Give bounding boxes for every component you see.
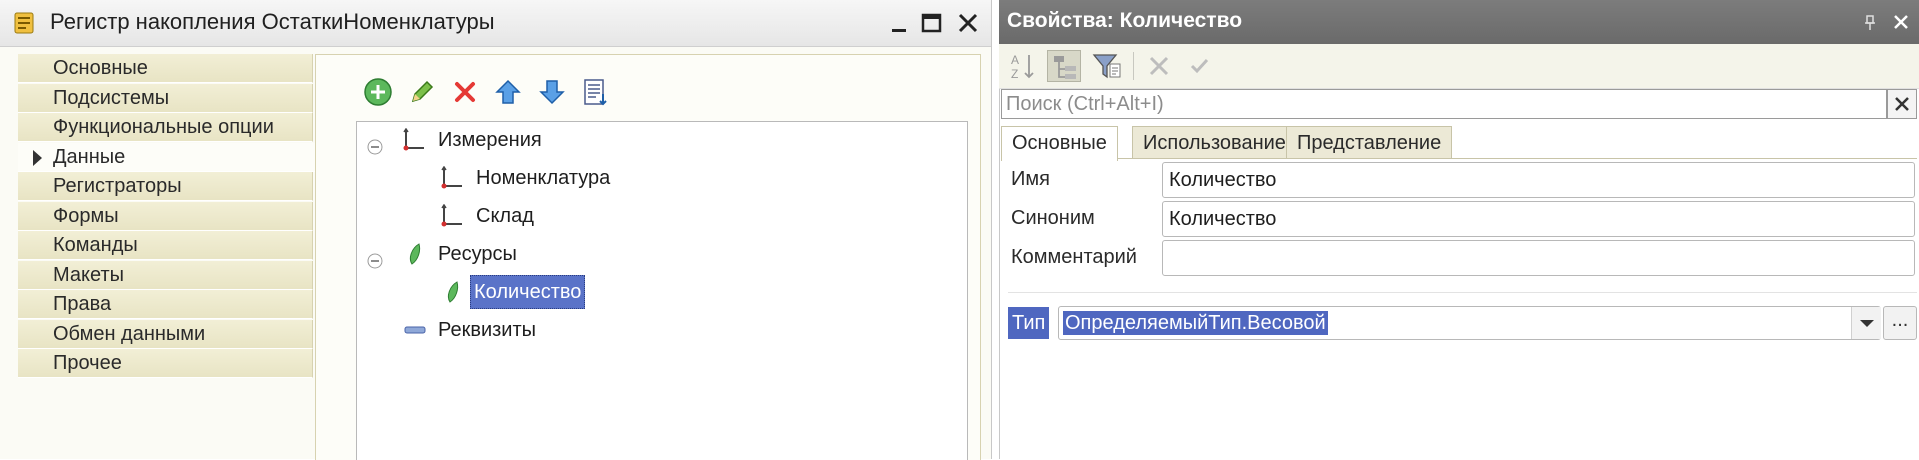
filter-icon[interactable] [1090,50,1124,82]
sidebar-item-label: Команды [53,234,138,256]
cancel-icon[interactable] [1142,50,1176,82]
tree-node-label: Склад [476,205,534,227]
search-input[interactable] [1002,90,1882,118]
minimize-icon[interactable] [884,8,914,38]
tab-presentation[interactable]: Представление [1286,126,1453,159]
sidebar-item-label: Права [53,293,112,315]
comment-label: Комментарий [1011,246,1137,268]
sidebar-item[interactable]: Основные [18,54,313,83]
type-label: Тип [1008,307,1050,339]
name-field[interactable] [1163,163,1914,197]
synonym-label: Синоним [1011,207,1095,229]
structure-tree: Измерения Номенклатура Склад Ресурсы Кол… [356,121,968,460]
properties-title: Свойства: Количество [1007,9,1243,32]
synonym-field[interactable] [1163,202,1914,236]
window-title-bar: Регистр накопления ОстаткиНоменклатуры [0,0,991,47]
sidebar-item[interactable]: Макеты [18,260,313,290]
tab-usage[interactable]: Использование [1132,126,1297,159]
name-label: Имя [1011,168,1050,190]
resource-icon [441,280,467,304]
tree-node-label: Измерения [438,129,542,151]
svg-text:Z: Z [1011,67,1018,81]
close-icon[interactable] [1892,13,1910,31]
comment-field[interactable] [1163,241,1914,275]
resource-icon [403,242,429,266]
apply-icon[interactable] [1182,50,1216,82]
register-icon [13,12,35,34]
sidebar-item-label: Функциональные опции [53,116,274,138]
field-separator [1008,292,1917,293]
sidebar-item-label: Регистраторы [53,175,182,197]
sort-list-icon[interactable] [579,76,611,108]
window-title: Регистр накопления ОстаткиНоменклатуры [50,9,495,34]
toolbar-separator [1133,52,1134,80]
pin-icon[interactable] [1864,14,1876,30]
sidebar-item[interactable]: Права [18,290,313,319]
active-arrow-icon [33,149,42,166]
dimension-icon [439,203,465,228]
tree-node-warehouse[interactable]: Склад [357,199,957,233]
tree-node-label: Номенклатура [476,167,611,189]
dimension-icon [401,127,427,152]
sidebar-item[interactable]: Обмен данными [18,319,313,349]
edit-icon[interactable] [406,76,438,108]
sidebar-item-label: Прочее [53,352,122,374]
sidebar-item[interactable]: Данные [18,142,315,172]
type-field[interactable]: ОпределяемыйТип.Весовой [1058,306,1881,340]
sidebar-item-label: Обмен данными [53,322,206,345]
name-field-box [1162,162,1915,198]
svg-text:A: A [1011,53,1019,67]
tree-node-label: Реквизиты [438,319,537,341]
tab-main[interactable]: Основные [1001,126,1118,161]
move-up-icon[interactable] [492,76,524,108]
collapse-icon[interactable] [367,132,383,155]
sidebar-item-label: Данные [53,145,126,168]
add-icon[interactable] [362,76,394,108]
synonym-field-box [1162,201,1915,237]
sidebar-nav: Основные Подсистемы Функциональные опции Да… [18,54,315,459]
sidebar-item-label: Формы [53,204,119,227]
tree-node-nomenclature[interactable]: Номенклатура [357,161,957,195]
move-down-icon[interactable] [536,76,568,108]
sidebar-item-label: Основные [53,57,148,79]
sidebar-item[interactable]: Формы [18,201,313,231]
dimension-icon [439,165,465,190]
attribute-icon [403,318,429,342]
search-box [1001,89,1887,119]
tree-node-resources[interactable]: Ресурсы [357,237,957,271]
type-value: ОпределяемыйТип.Весовой [1063,311,1328,335]
comment-field-box [1162,240,1915,276]
type-select-button[interactable]: ... [1883,306,1917,340]
sidebar-item[interactable]: Регистраторы [18,172,313,201]
collapse-icon[interactable] [367,246,383,269]
close-icon[interactable] [953,8,983,38]
sidebar-item[interactable]: Прочее [18,349,313,378]
properties-title-bar: Свойства: Количество [999,0,1919,44]
categorized-icon[interactable] [1047,50,1081,82]
chevron-down-icon[interactable] [1851,307,1881,339]
sidebar-item[interactable]: Подсистемы [18,83,313,113]
clear-search-icon[interactable] [1887,89,1917,119]
maximize-icon[interactable] [916,8,946,38]
properties-toolbar: AZ [999,44,1919,89]
tree-node-quantity[interactable]: Количество [357,275,957,309]
sidebar-item[interactable]: Команды [18,231,313,260]
delete-icon[interactable] [449,76,481,108]
sort-alphabet-icon[interactable]: AZ [1007,50,1041,82]
tree-node-label: Ресурсы [438,243,517,265]
tree-node-dimensions[interactable]: Измерения [357,123,957,157]
sidebar-item-label: Подсистемы [53,86,170,109]
tree-node-label-selected: Количество [470,275,586,309]
tree-node-attributes[interactable]: Реквизиты [357,313,957,347]
tab-divider [1001,158,1917,159]
sidebar-item[interactable]: Функциональные опции [18,113,313,142]
sidebar-item-label: Макеты [53,263,124,286]
